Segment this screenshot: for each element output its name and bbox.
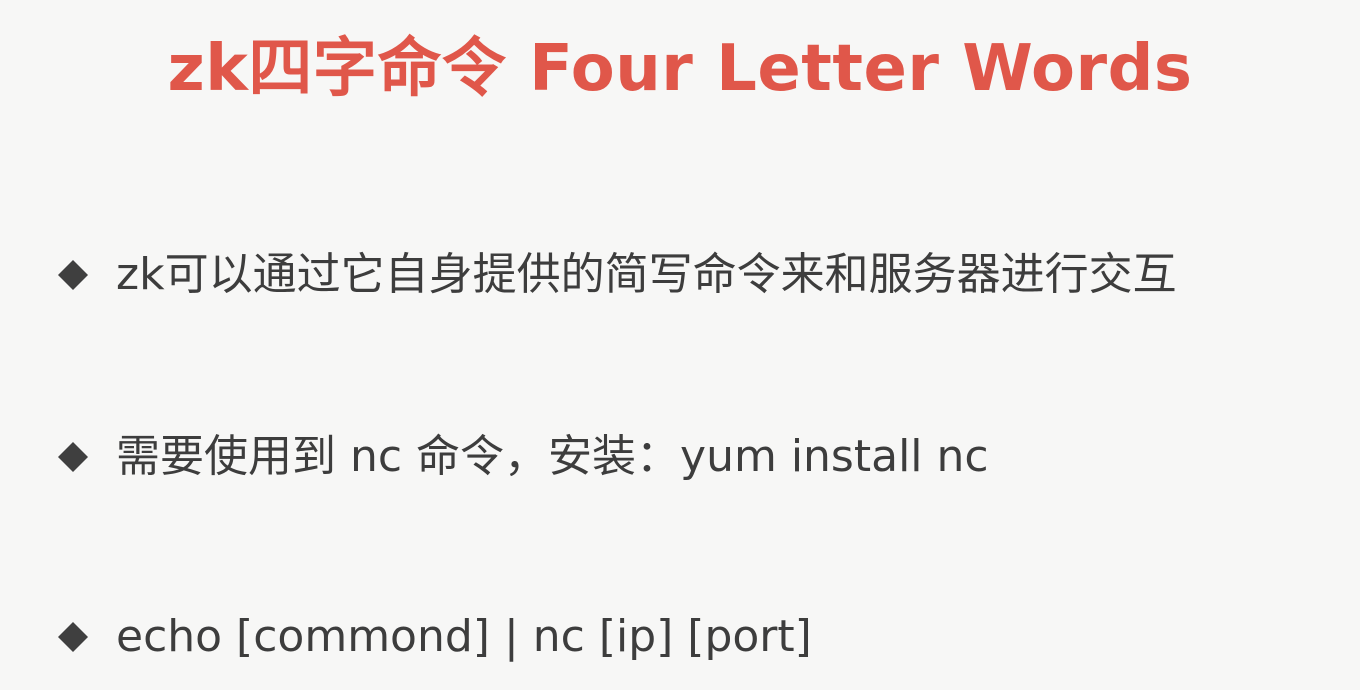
bullet-text-2: 需要使用到 nc 命令，安装：yum install nc (116, 431, 989, 482)
slide: zk四字命令 Four Letter Words zk可以通过它自身提供的简写命… (0, 0, 1360, 690)
diamond-bullet-icon (56, 620, 90, 654)
bullet-item-2: 需要使用到 nc 命令，安装：yum install nc (56, 422, 989, 492)
bullet-item-3: echo [commond] | nc [ip] [port] (56, 602, 812, 672)
bullet-item-1: zk可以通过它自身提供的简写命令来和服务器进行交互 (56, 240, 1177, 310)
diamond-bullet-icon (56, 440, 90, 474)
slide-title: zk四字命令 Four Letter Words (167, 32, 1193, 106)
bullet-text-3: echo [commond] | nc [ip] [port] (116, 611, 812, 662)
bullet-text-1: zk可以通过它自身提供的简写命令来和服务器进行交互 (116, 249, 1177, 300)
diamond-bullet-icon (56, 258, 90, 292)
